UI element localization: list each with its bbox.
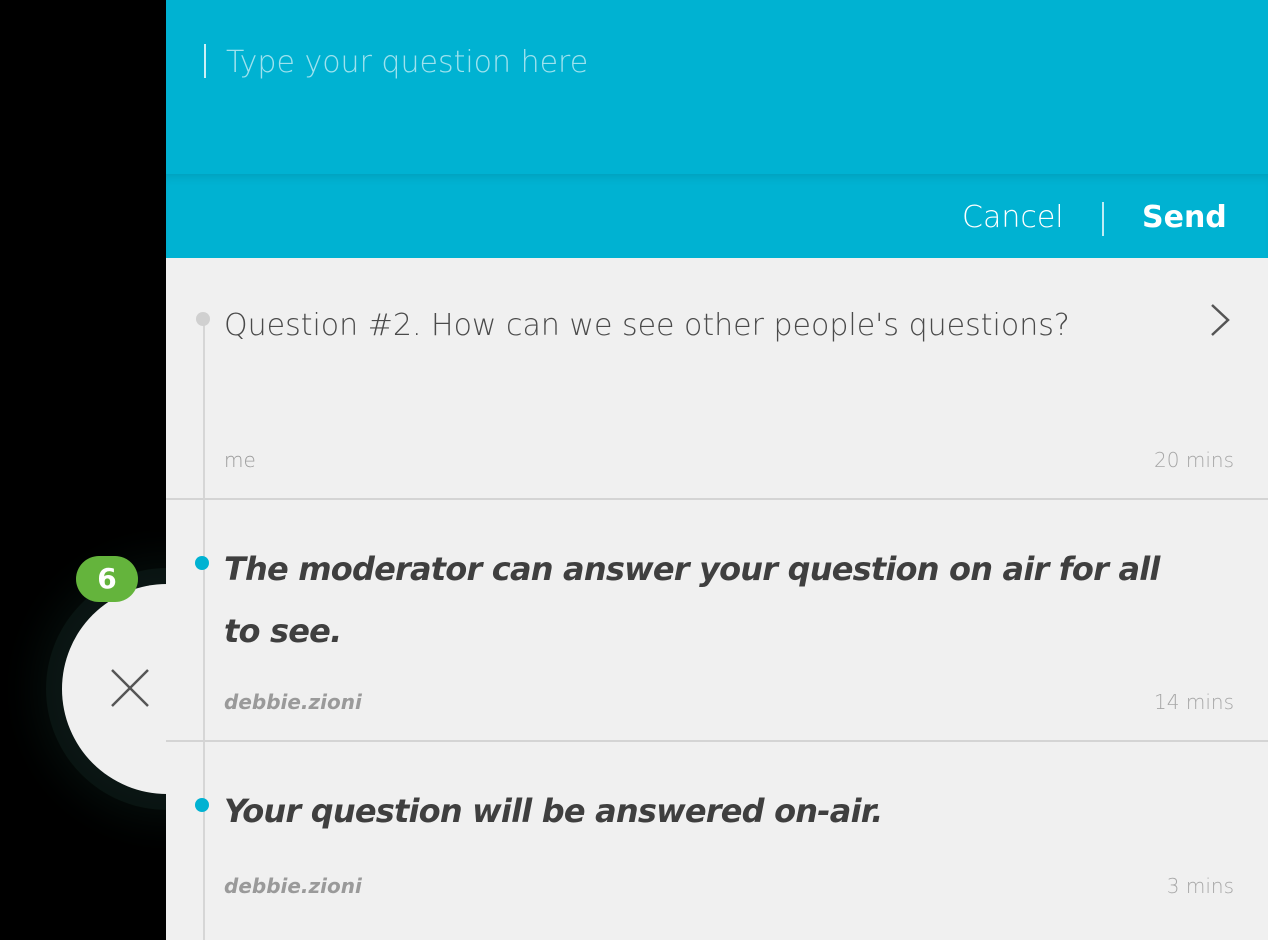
answer-text: Your question will be answered on-air. <box>224 792 883 830</box>
compose-action-bar: Cancel Send <box>166 174 1268 258</box>
qa-panel: Cancel Send Question #2. How can we see … <box>166 0 1268 940</box>
question-count-badge: 6 <box>76 556 138 602</box>
action-separator <box>1102 202 1104 236</box>
question-item[interactable]: Question #2. How can we see other people… <box>166 258 1268 500</box>
answer-dot-icon <box>195 798 209 812</box>
answer-text: The moderator can answer your question o… <box>224 550 1160 650</box>
question-input[interactable] <box>198 36 1238 88</box>
answer-author: debbie.zioni <box>224 690 362 714</box>
question-list: Question #2. How can we see other people… <box>166 258 1268 940</box>
chevron-right-icon[interactable] <box>1204 302 1234 338</box>
cancel-button[interactable]: Cancel <box>962 198 1064 238</box>
question-author: me <box>224 448 256 472</box>
answer-item: The moderator can answer your question o… <box>166 500 1268 742</box>
answer-item: Your question will be answered on-air. d… <box>166 742 1268 940</box>
question-text: Question #2. How can we see other people… <box>224 308 1070 343</box>
answer-time: 3 mins <box>1166 874 1234 898</box>
thread-pin-icon <box>196 312 210 326</box>
answer-time: 14 mins <box>1154 690 1234 714</box>
question-compose-area: Cancel Send <box>166 0 1268 258</box>
send-button[interactable]: Send <box>1142 198 1227 238</box>
question-time: 20 mins <box>1154 448 1234 472</box>
app-stage: 6 Cancel Send Question #2. How can we se… <box>0 0 1268 940</box>
answer-dot-icon <box>195 556 209 570</box>
answer-author: debbie.zioni <box>224 874 362 898</box>
close-icon <box>111 669 149 707</box>
